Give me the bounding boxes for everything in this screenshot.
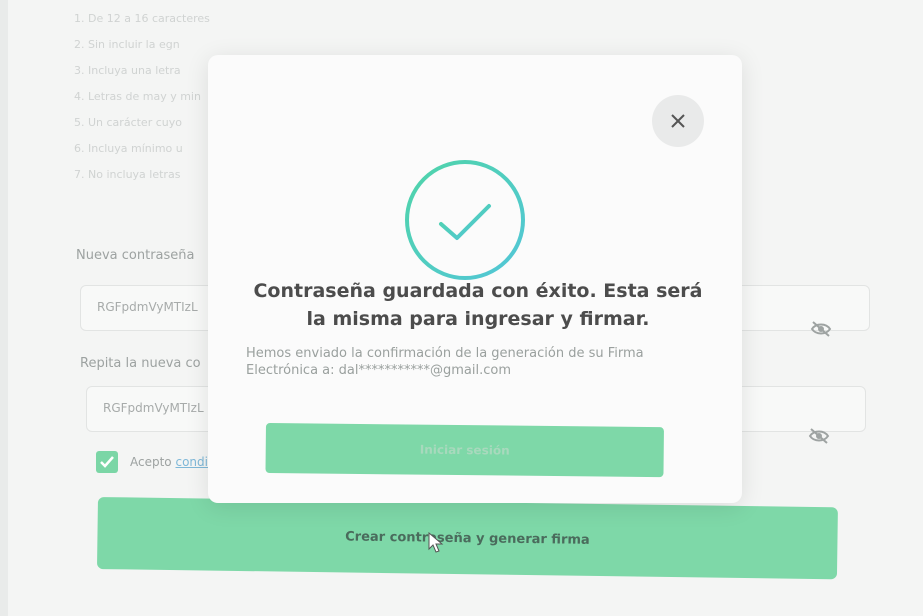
login-button-label: Iniciar sesión bbox=[419, 442, 510, 458]
login-button[interactable]: Iniciar sesión bbox=[265, 423, 664, 478]
create-password-label: Crear contraseña y generar firma bbox=[345, 528, 590, 548]
check-circle-icon bbox=[405, 160, 525, 280]
create-password-button[interactable]: Crear contraseña y generar firma bbox=[96, 497, 838, 580]
modal-title: Contraseña guardada con éxito. Esta será… bbox=[253, 280, 703, 330]
repeat-password-label: Repita la nueva co bbox=[80, 356, 201, 371]
terms-link[interactable]: condi bbox=[175, 455, 208, 469]
repeat-password-value: RGFpdmVyMTIzL bbox=[103, 401, 204, 415]
new-password-value: RGFpdmVyMTIzL bbox=[97, 300, 198, 314]
close-icon bbox=[671, 114, 685, 128]
accept-checkbox[interactable] bbox=[96, 451, 118, 473]
modal-message: Hemos enviado la confirmación de la gene… bbox=[246, 346, 644, 378]
close-button[interactable] bbox=[652, 95, 704, 147]
eye-off-icon[interactable] bbox=[810, 320, 832, 338]
requirement-item: 1. De 12 a 16 caracteres bbox=[74, 12, 210, 25]
accept-terms-label: Acepto condi bbox=[130, 455, 208, 469]
new-password-label: Nueva contraseña bbox=[76, 248, 195, 263]
eye-off-icon[interactable] bbox=[808, 427, 830, 445]
checkbox-checked-icon bbox=[100, 456, 114, 468]
accept-text: Acepto bbox=[130, 455, 172, 469]
success-modal: Contraseña guardada con éxito. Esta será… bbox=[208, 55, 742, 503]
mouse-pointer-icon bbox=[428, 532, 444, 553]
